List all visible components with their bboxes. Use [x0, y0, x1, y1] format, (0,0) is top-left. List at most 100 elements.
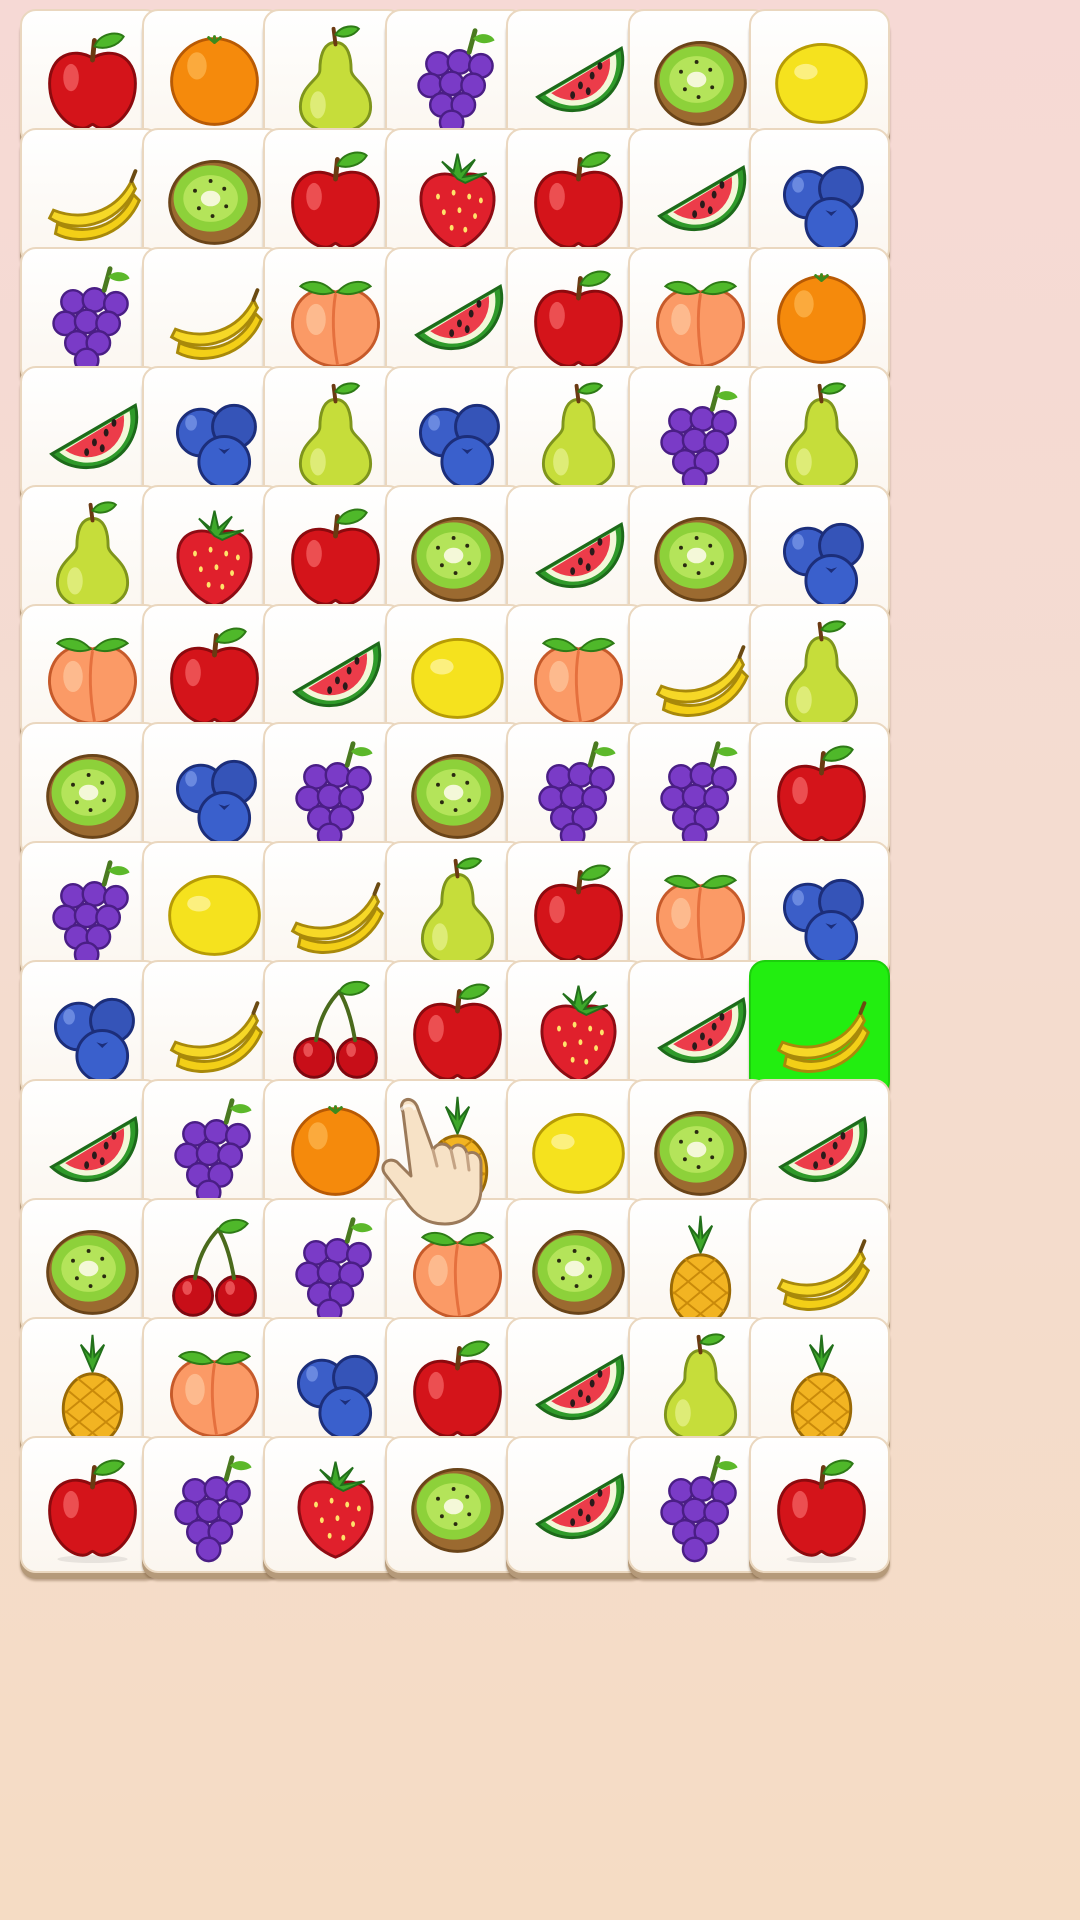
tile-peach[interactable] — [627, 841, 769, 979]
tile-peach[interactable] — [506, 603, 647, 741]
tile-watermelon[interactable] — [627, 960, 769, 1098]
tile-blueberry[interactable] — [384, 365, 526, 503]
tile-pear[interactable] — [20, 484, 161, 622]
tile-pear[interactable] — [506, 365, 647, 503]
tile-strawberry[interactable] — [384, 127, 526, 265]
tile-banana[interactable] — [749, 1198, 890, 1335]
tile-cherry[interactable] — [141, 1198, 283, 1335]
tile-peach[interactable] — [384, 1198, 526, 1335]
tile-strawberry[interactable] — [141, 484, 283, 622]
pear-icon — [784, 619, 859, 729]
tile-grapes[interactable] — [627, 1435, 769, 1573]
tile-peach[interactable] — [627, 246, 769, 384]
tile-kiwi[interactable] — [141, 127, 283, 265]
tile-cherry[interactable] — [263, 960, 404, 1098]
tile-banana[interactable] — [263, 841, 404, 979]
tile-grapes[interactable] — [627, 722, 769, 860]
tile-apple[interactable] — [506, 127, 647, 265]
tile-grapes[interactable] — [506, 722, 647, 860]
tile-peach[interactable] — [20, 603, 161, 741]
banana-icon — [655, 644, 749, 717]
tile-blueberry[interactable] — [263, 1316, 404, 1454]
watermelon-icon — [49, 1116, 139, 1183]
tile-kiwi[interactable] — [384, 722, 526, 860]
tile-apple[interactable] — [749, 1435, 890, 1573]
tile-grapes[interactable] — [627, 365, 769, 503]
tile-kiwi[interactable] — [384, 1435, 526, 1573]
tile-apple[interactable] — [749, 722, 890, 860]
tile-grapes[interactable] — [263, 722, 404, 860]
tile-watermelon[interactable] — [384, 246, 526, 384]
tile-orange[interactable] — [263, 1079, 404, 1217]
tile-pineapple[interactable] — [749, 1316, 890, 1454]
tile-watermelon[interactable] — [263, 603, 404, 741]
tile-peach[interactable] — [141, 1316, 283, 1454]
tile-watermelon[interactable] — [20, 1079, 161, 1217]
tile-lemon[interactable] — [384, 603, 526, 741]
tile-watermelon[interactable] — [506, 1435, 647, 1573]
tile-watermelon[interactable] — [506, 1316, 647, 1454]
tile-pineapple[interactable] — [627, 1198, 769, 1335]
tile-blueberry[interactable] — [141, 722, 283, 860]
grapes-icon — [173, 1455, 252, 1563]
tile-lemon[interactable] — [141, 841, 283, 979]
tile-watermelon[interactable] — [749, 1079, 890, 1217]
tile-apple[interactable] — [20, 9, 161, 146]
tile-pineapple[interactable] — [20, 1316, 161, 1454]
tile-kiwi[interactable] — [384, 484, 526, 622]
tile-kiwi[interactable] — [627, 9, 769, 146]
tile-banana[interactable] — [20, 127, 161, 265]
tile-apple[interactable] — [263, 484, 404, 622]
tile-pear[interactable] — [749, 603, 890, 741]
tile-peach[interactable] — [263, 246, 404, 384]
tile-lemon[interactable] — [749, 9, 890, 146]
tile-banana[interactable] — [627, 603, 769, 741]
tile-grapes[interactable] — [384, 9, 526, 146]
tile-grapes[interactable] — [141, 1435, 283, 1573]
tile-blueberry[interactable] — [749, 841, 890, 979]
lemon-icon — [775, 42, 868, 124]
orange-icon — [291, 1105, 380, 1196]
tile-grapes[interactable] — [20, 841, 161, 979]
tile-blueberry[interactable] — [141, 365, 283, 503]
tile-grapes[interactable] — [141, 1079, 283, 1217]
tile-pineapple[interactable] — [384, 1079, 526, 1217]
tile-blueberry[interactable] — [20, 960, 161, 1098]
tile-lemon[interactable] — [506, 1079, 647, 1217]
tile-blueberry[interactable] — [749, 484, 890, 622]
tile-orange[interactable] — [749, 246, 890, 384]
tile-watermelon[interactable] — [506, 484, 647, 622]
tile-banana-selected[interactable] — [749, 960, 890, 1098]
tile-grapes[interactable] — [20, 246, 161, 384]
tile-pear[interactable] — [749, 365, 890, 503]
banana-icon — [169, 1001, 263, 1074]
tile-grapes[interactable] — [263, 1198, 404, 1335]
tile-banana[interactable] — [141, 246, 283, 384]
tile-apple[interactable] — [506, 246, 647, 384]
tile-pear[interactable] — [627, 1316, 769, 1454]
tile-kiwi[interactable] — [627, 1079, 769, 1217]
tile-apple[interactable] — [141, 603, 283, 741]
tile-kiwi[interactable] — [506, 1198, 647, 1335]
tile-banana[interactable] — [141, 960, 283, 1098]
tile-orange[interactable] — [141, 9, 283, 146]
grapes-icon — [416, 28, 495, 136]
tile-kiwi[interactable] — [20, 722, 161, 860]
tile-apple[interactable] — [20, 1435, 161, 1573]
kiwi-icon — [46, 1229, 139, 1315]
tile-watermelon[interactable] — [506, 9, 647, 146]
tile-kiwi[interactable] — [20, 1198, 161, 1335]
tile-apple[interactable] — [384, 960, 526, 1098]
tile-apple[interactable] — [506, 841, 647, 979]
tile-apple[interactable] — [384, 1316, 526, 1454]
tile-strawberry[interactable] — [263, 1435, 404, 1573]
tile-pear[interactable] — [263, 365, 404, 503]
tile-apple[interactable] — [263, 127, 404, 265]
tile-strawberry[interactable] — [506, 960, 647, 1098]
tile-pear[interactable] — [384, 841, 526, 979]
tile-blueberry[interactable] — [749, 127, 890, 265]
tile-watermelon[interactable] — [20, 365, 161, 503]
tile-pear[interactable] — [263, 9, 404, 146]
tile-kiwi[interactable] — [627, 484, 769, 622]
tile-watermelon[interactable] — [627, 127, 769, 265]
